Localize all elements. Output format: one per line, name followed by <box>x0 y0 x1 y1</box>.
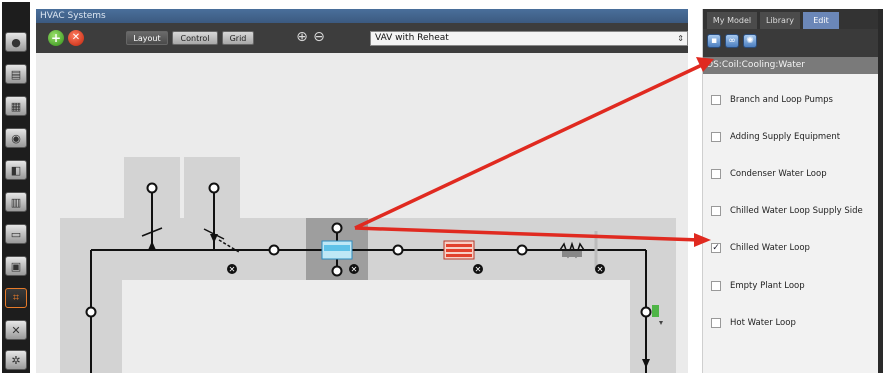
window-edge <box>878 9 883 373</box>
cooling-coil-fill <box>324 245 350 251</box>
measures-icon[interactable]: ✕ <box>5 320 27 340</box>
object-title: OS:Coil:Cooling:Water <box>703 57 879 74</box>
loop-option-label: Condenser Water Loop <box>730 169 827 179</box>
controls-icon[interactable]: ✺ <box>743 34 757 48</box>
window-title: HVAC Systems <box>36 9 688 23</box>
inspector-icon[interactable]: ▪ <box>707 34 721 48</box>
building-story-icon[interactable]: ▣ <box>5 256 27 276</box>
terminal-icon <box>652 305 659 317</box>
heating-coil-stripe <box>446 249 472 252</box>
schedules-icon[interactable]: ▤ <box>5 64 27 84</box>
zones-icon[interactable]: ▭ <box>5 224 27 244</box>
loop-option-label: Chilled Water Loop <box>730 243 810 253</box>
heating-coil-stripe <box>446 244 472 247</box>
heating-coil-stripe <box>446 254 472 257</box>
toolbar: + ✕ Layout Control Grid ⊕ ⊖ VAV with Reh… <box>36 23 688 53</box>
settings-icon[interactable]: ✲ <box>5 350 27 370</box>
grid-button[interactable]: Grid <box>222 31 254 45</box>
add-button[interactable]: + <box>48 30 64 46</box>
hvac-canvas[interactable]: ✕ ✕ ✕ ✕ <box>36 53 688 373</box>
checkbox[interactable] <box>711 318 721 328</box>
checkbox[interactable] <box>711 169 721 179</box>
constructions-icon[interactable]: ▦ <box>5 96 27 116</box>
loads-icon[interactable]: ◉ <box>5 128 27 148</box>
left-toolbar: ● ▤ ▦ ◉ ◧ ▥ ▭ ▣ ⌗ ✕ ✲ <box>2 2 30 373</box>
loop-inner-area <box>122 280 630 373</box>
select-arrows-icon: ⇕ <box>677 34 684 43</box>
svg-text:✕: ✕ <box>351 265 358 274</box>
svg-text:✕: ✕ <box>229 265 236 274</box>
zoom-in-icon[interactable]: ⊕ <box>294 28 310 46</box>
zoom-out-icon[interactable]: ⊖ <box>311 28 327 46</box>
control-button[interactable]: Control <box>172 31 218 45</box>
space-types-icon[interactable]: ◧ <box>5 160 27 180</box>
hvac-systems-icon[interactable]: ⌗ <box>5 288 27 308</box>
loop-option-label: Branch and Loop Pumps <box>730 95 833 105</box>
tab-bar: My Model Library Edit <box>703 9 879 29</box>
loop-diagram: ✕ ✕ ✕ ✕ <box>60 157 676 373</box>
checkbox[interactable] <box>711 132 721 142</box>
tab-edit[interactable]: Edit <box>803 12 839 29</box>
tab-library[interactable]: Library <box>760 12 800 29</box>
svg-text:✕: ✕ <box>475 265 482 274</box>
svg-text:✕: ✕ <box>597 265 604 274</box>
checkbox[interactable] <box>711 95 721 105</box>
loop-option-label: Chilled Water Loop Supply Side <box>730 206 863 216</box>
facility-icon[interactable]: ▥ <box>5 192 27 212</box>
sphere-icon[interactable]: ● <box>5 32 27 52</box>
checkbox[interactable] <box>711 206 721 216</box>
edit-toolbar: ▪ ∞ ✺ <box>703 29 879 57</box>
connections-icon[interactable]: ∞ <box>725 34 739 48</box>
system-select[interactable]: VAV with Reheat ⇕ <box>370 31 688 46</box>
checkbox-checked[interactable]: ✓ <box>711 243 721 253</box>
system-select-value: VAV with Reheat <box>375 33 449 43</box>
loop-option-label: Empty Plant Loop <box>730 281 805 291</box>
remove-button[interactable]: ✕ <box>68 30 84 46</box>
tab-my-model[interactable]: My Model <box>707 12 757 29</box>
right-pane: My Model Library Edit ▪ ∞ ✺ OS:Coil:Cool… <box>702 9 879 373</box>
layout-button[interactable]: Layout <box>126 31 168 45</box>
app-window: ● ▤ ▦ ◉ ◧ ▥ ▭ ▣ ⌗ ✕ ✲ HVAC Systems + ✕ L… <box>0 0 883 373</box>
loop-option-label: Hot Water Loop <box>730 318 796 328</box>
plus-icon: + <box>50 31 62 45</box>
checkbox[interactable] <box>711 281 721 291</box>
loop-option-label: Adding Supply Equipment <box>730 132 841 142</box>
fan-base <box>562 251 582 257</box>
close-icon: ✕ <box>71 32 81 43</box>
